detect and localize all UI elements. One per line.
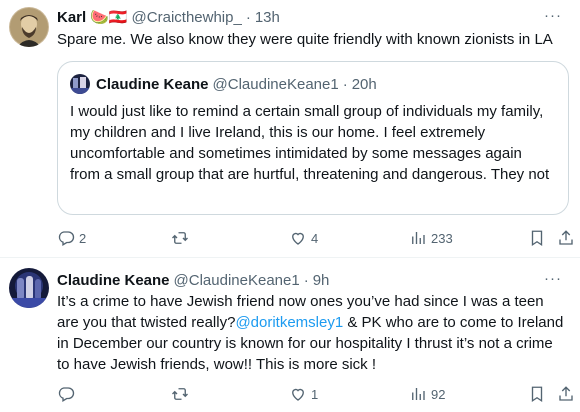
author-name[interactable]: Karl xyxy=(57,9,86,26)
quoted-author-name: Claudine Keane xyxy=(96,75,209,93)
tweet-header: Karl 🍉🇱🇧 @Craicthewhip_ · 13h ··· xyxy=(57,7,570,27)
tweet-header: Claudine Keane @ClaudineKeane1 · 9h ··· xyxy=(57,270,570,290)
quoted-tweet[interactable]: Claudine Keane @ClaudineKeane1 · 20h I w… xyxy=(57,61,569,215)
more-icon[interactable]: ··· xyxy=(544,7,562,24)
author-name[interactable]: Claudine Keane xyxy=(57,272,170,289)
quoted-avatar xyxy=(70,74,90,94)
timestamp[interactable]: 13h xyxy=(255,9,280,26)
like-count: 4 xyxy=(311,230,319,246)
like-button[interactable]: 1 xyxy=(289,384,318,404)
bookmark-icon xyxy=(531,386,543,403)
view-count: 233 xyxy=(431,230,453,246)
bookmark-button[interactable] xyxy=(528,384,546,404)
avatar[interactable] xyxy=(9,268,49,308)
tweet-text: Spare me. We also know they were quite f… xyxy=(57,31,553,48)
mention-link[interactable]: @doritkemsley1 xyxy=(235,314,343,331)
like-button[interactable]: 4 xyxy=(289,228,318,248)
share-button[interactable] xyxy=(557,384,575,404)
reply-icon xyxy=(58,231,75,246)
like-count: 1 xyxy=(311,386,319,402)
more-icon[interactable]: ··· xyxy=(544,270,562,287)
reply-button[interactable]: 2 xyxy=(57,228,86,248)
bookmark-button[interactable] xyxy=(528,228,546,248)
views-icon xyxy=(412,388,425,400)
share-icon xyxy=(559,386,573,401)
separator-dot: · xyxy=(342,75,348,93)
like-icon xyxy=(292,388,304,401)
like-icon xyxy=(292,232,304,245)
reply-button[interactable] xyxy=(57,384,79,404)
avatar[interactable] xyxy=(9,7,49,47)
action-bar: 2 4 233 xyxy=(57,228,577,248)
tweet[interactable]: Karl 🍉🇱🇧 @Craicthewhip_ · 13h ··· Spare … xyxy=(0,0,580,258)
reply-count: 2 xyxy=(79,230,87,246)
view-count: 92 xyxy=(431,386,446,402)
action-bar: 1 92 xyxy=(57,384,577,404)
quoted-timestamp: 20h xyxy=(351,75,377,93)
timestamp[interactable]: 9h xyxy=(313,272,330,289)
views-icon xyxy=(412,232,425,244)
retweet-button[interactable] xyxy=(171,228,193,248)
tweet[interactable]: Claudine Keane @ClaudineKeane1 · 9h ··· … xyxy=(0,258,580,412)
views-button[interactable]: 92 xyxy=(409,384,445,404)
separator-dot: · xyxy=(245,8,251,26)
tweet-text: It’s a crime to have Jewish friend now o… xyxy=(57,291,568,375)
retweet-icon xyxy=(172,388,188,400)
author-handle[interactable]: @Craicthewhip_ xyxy=(132,9,242,26)
quoted-text: I would just like to remind a certain sm… xyxy=(70,103,550,183)
quoted-header: Claudine Keane @ClaudineKeane1 · 20h xyxy=(96,74,558,94)
flag-emojis: 🍉🇱🇧 xyxy=(90,9,128,26)
share-icon xyxy=(559,230,573,245)
retweet-icon xyxy=(172,232,188,244)
bookmark-icon xyxy=(531,230,543,247)
views-button[interactable]: 233 xyxy=(409,228,453,248)
reply-icon xyxy=(58,387,75,402)
quoted-author-handle: @ClaudineKeane1 xyxy=(212,75,339,93)
author-handle[interactable]: @ClaudineKeane1 xyxy=(174,272,300,289)
separator-dot: · xyxy=(303,271,309,289)
share-button[interactable] xyxy=(557,228,575,248)
retweet-button[interactable] xyxy=(171,384,193,404)
